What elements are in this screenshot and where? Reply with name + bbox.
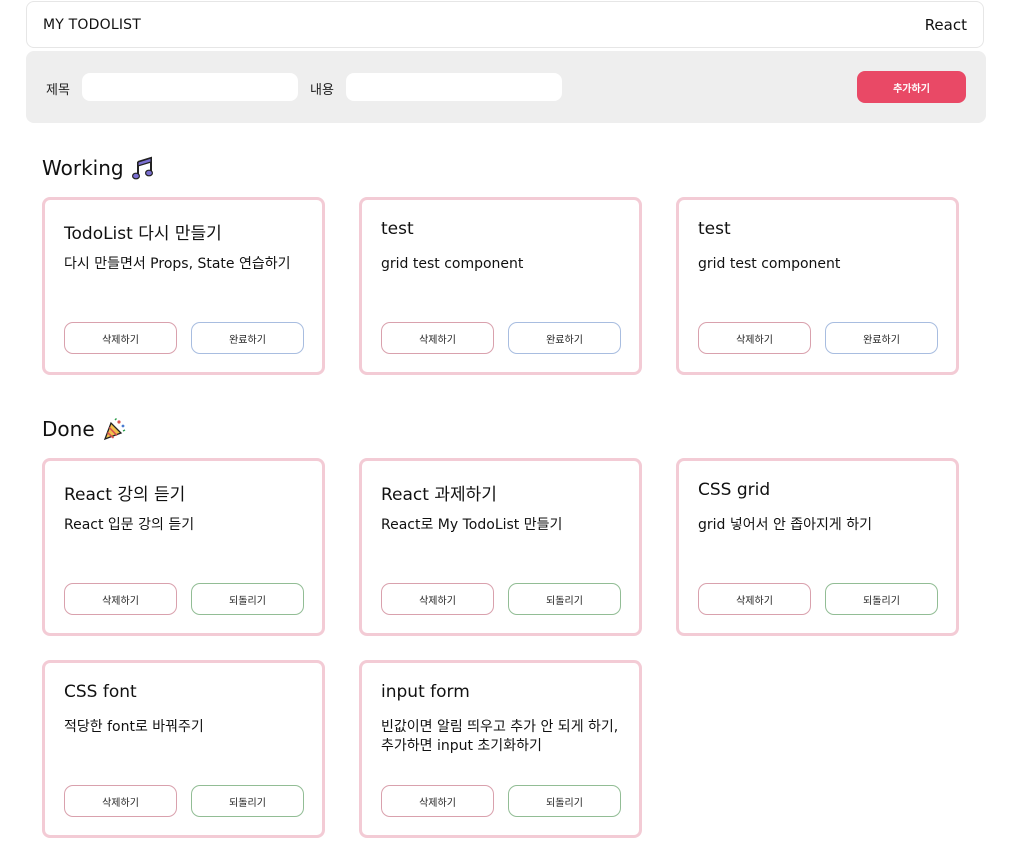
card-title: input form: [381, 682, 470, 702]
add-todo-form: 제목 내용 추가하기: [26, 51, 986, 123]
working-card: TodoList 다시 만들기 다시 만들면서 Props, State 연습하…: [42, 197, 325, 375]
undo-button[interactable]: 되돌리기: [508, 785, 621, 817]
app-logo: MY TODOLIST: [43, 16, 142, 33]
card-title: test: [381, 219, 414, 239]
title-input[interactable]: [82, 73, 298, 101]
delete-button[interactable]: 삭제하기: [381, 785, 494, 817]
tech-stack-label: React: [924, 15, 967, 34]
undo-button[interactable]: 되돌리기: [191, 583, 304, 615]
done-card: input form 빈값이면 알림 띄우고 추가 안 되게 하기, 추가하면 …: [359, 660, 642, 838]
working-title-text: Working: [42, 156, 124, 180]
undo-button[interactable]: 되돌리기: [825, 583, 938, 615]
card-body: 빈값이면 알림 띄우고 추가 안 되게 하기, 추가하면 input 초기화하기: [381, 719, 619, 754]
working-section-title: Working: [42, 156, 154, 180]
delete-button[interactable]: 삭제하기: [381, 583, 494, 615]
card-title: TodoList 다시 만들기: [64, 224, 222, 244]
done-card: CSS font 적당한 font로 바꿔주기 삭제하기 되돌리기: [42, 660, 325, 838]
card-body: 다시 만들면서 Props, State 연습하기: [64, 256, 291, 272]
card-body: grid test component: [381, 256, 524, 272]
content-label: 내용: [310, 83, 334, 98]
card-body: React로 My TodoList 만들기: [381, 517, 563, 533]
content-input[interactable]: [346, 73, 562, 101]
done-card: CSS grid grid 넣어서 안 좁아지게 하기 삭제하기 되돌리기: [676, 458, 959, 636]
card-body: grid 넣어서 안 좁아지게 하기: [698, 517, 873, 533]
complete-button[interactable]: 완료하기: [508, 322, 621, 354]
delete-button[interactable]: 삭제하기: [64, 785, 177, 817]
undo-button[interactable]: 되돌리기: [191, 785, 304, 817]
title-label: 제목: [46, 83, 70, 98]
delete-button[interactable]: 삭제하기: [64, 322, 177, 354]
party-popper-icon: [103, 417, 127, 441]
card-body: React 입문 강의 듣기: [64, 517, 195, 533]
delete-button[interactable]: 삭제하기: [381, 322, 494, 354]
card-body: 적당한 font로 바꿔주기: [64, 719, 204, 735]
delete-button[interactable]: 삭제하기: [698, 583, 811, 615]
card-title: React 강의 듣기: [64, 485, 186, 505]
card-title: CSS font: [64, 682, 137, 702]
complete-button[interactable]: 완료하기: [191, 322, 304, 354]
card-title: test: [698, 219, 731, 239]
delete-button[interactable]: 삭제하기: [698, 322, 811, 354]
working-card: test grid test component 삭제하기 완료하기: [359, 197, 642, 375]
card-body: grid test component: [698, 256, 841, 272]
working-card: test grid test component 삭제하기 완료하기: [676, 197, 959, 375]
add-button[interactable]: 추가하기: [857, 71, 966, 103]
card-title: React 과제하기: [381, 485, 497, 505]
music-notes-icon: [131, 156, 154, 180]
done-card: React 강의 듣기 React 입문 강의 듣기 삭제하기 되돌리기: [42, 458, 325, 636]
complete-button[interactable]: 완료하기: [825, 322, 938, 354]
app-header: MY TODOLIST React: [26, 1, 984, 48]
undo-button[interactable]: 되돌리기: [508, 583, 621, 615]
delete-button[interactable]: 삭제하기: [64, 583, 177, 615]
done-card: React 과제하기 React로 My TodoList 만들기 삭제하기 되…: [359, 458, 642, 636]
done-section-title: Done: [42, 417, 127, 441]
card-title: CSS grid: [698, 480, 771, 500]
done-title-text: Done: [42, 417, 95, 441]
